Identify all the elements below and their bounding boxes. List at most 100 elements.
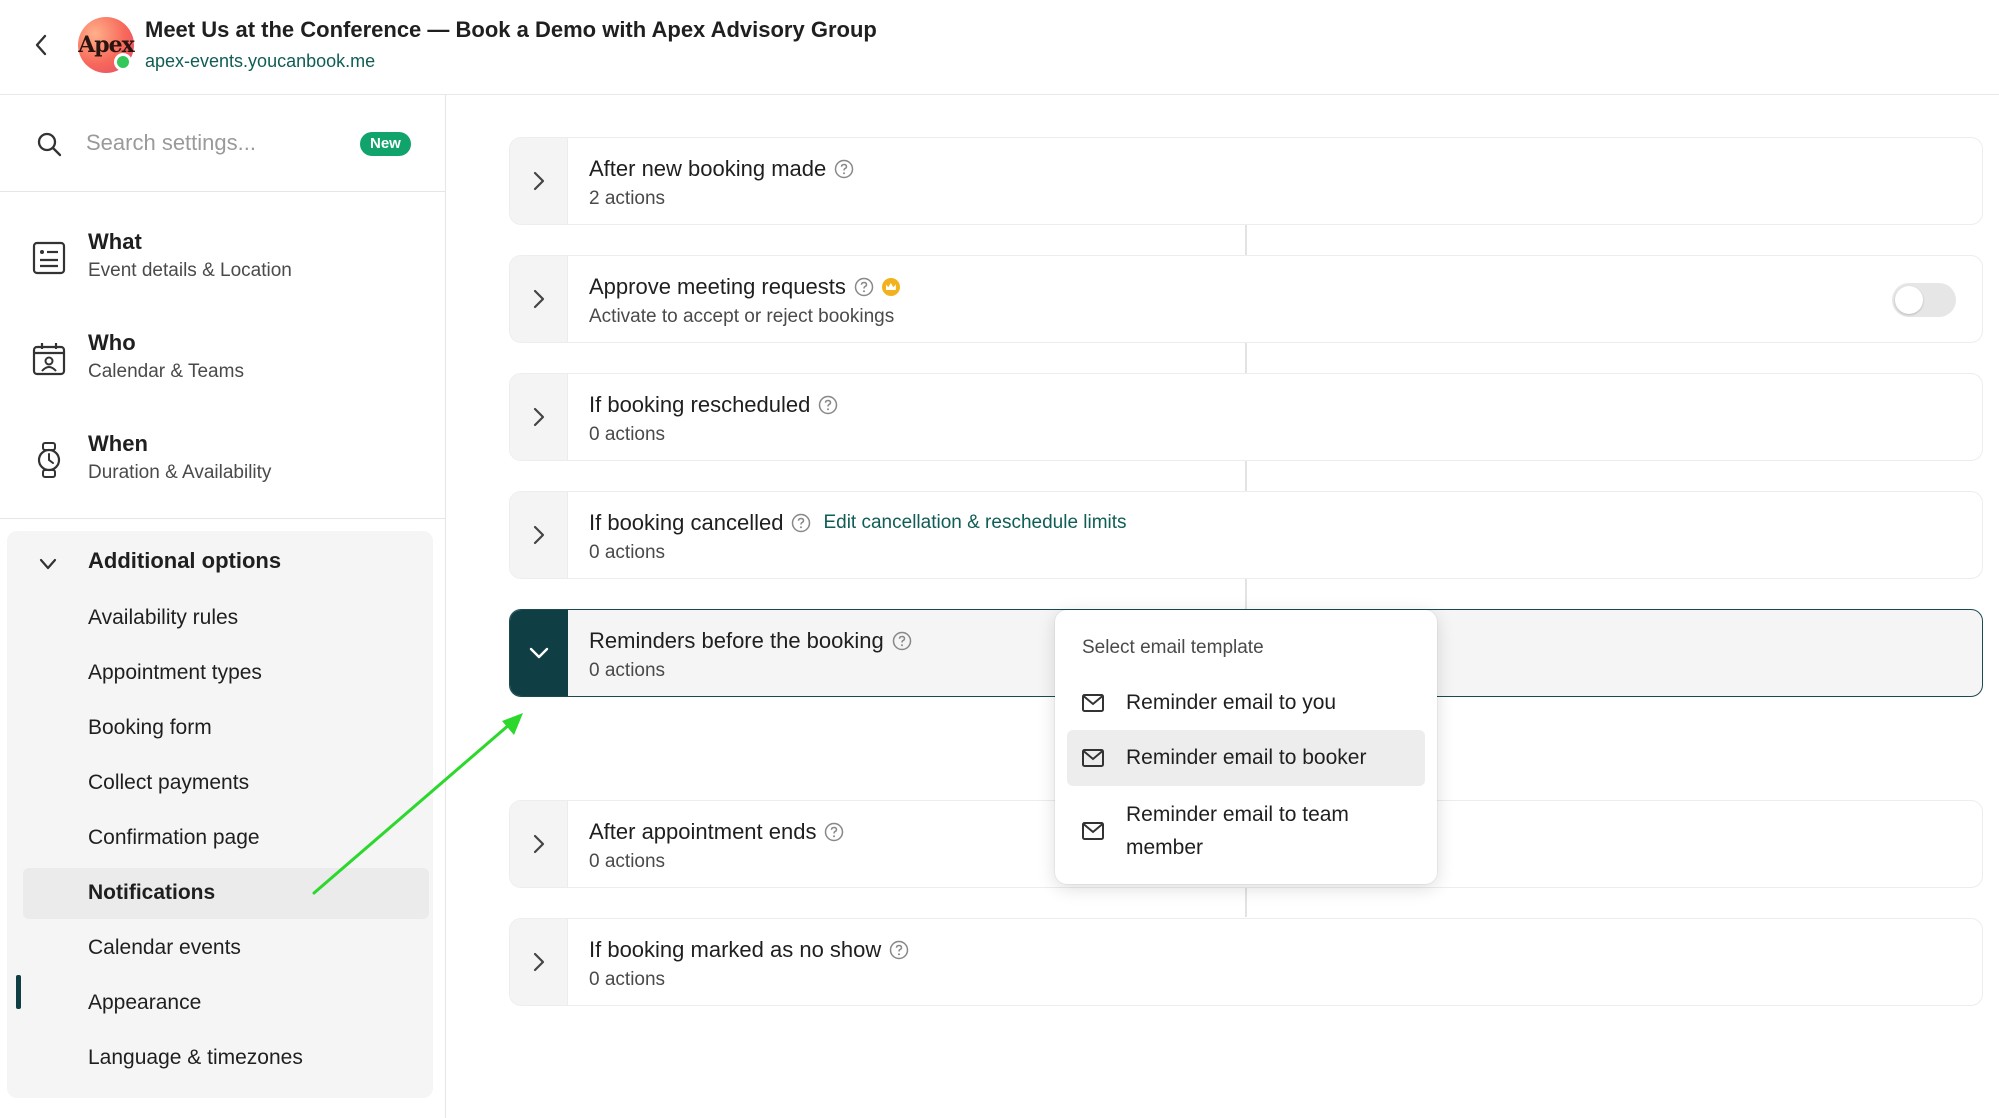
sidebar-item-language-timezones[interactable]: Language & timezones: [23, 1033, 429, 1084]
template-option-reminder-to-booker[interactable]: Reminder email to booker: [1067, 730, 1425, 786]
chevron-right-icon: [533, 952, 544, 972]
workflow-card-approve-requests[interactable]: Approve meeting requests Activate to acc…: [509, 255, 1983, 343]
email-template-dropdown: Select email template Reminder email to …: [1055, 610, 1437, 884]
sidebar-item-subtitle: Event details & Location: [88, 260, 292, 281]
sidebar-item-title: Who: [88, 330, 136, 355]
sidebar-item-appointment-types[interactable]: Appointment types: [23, 648, 429, 699]
chevron-right-icon: [533, 407, 544, 427]
approve-requests-toggle[interactable]: [1892, 283, 1956, 317]
document-icon: [32, 241, 66, 275]
workflow-card-after-new-booking[interactable]: After new booking made 2 actions: [509, 137, 1983, 225]
sidebar-item-label: Notifications: [88, 881, 216, 904]
workflow-subtitle: Activate to accept or reject bookings: [589, 306, 895, 327]
workflow-card-rescheduled[interactable]: If booking rescheduled 0 actions: [509, 373, 1983, 461]
watch-icon: [37, 442, 61, 478]
help-icon[interactable]: [889, 940, 909, 960]
sidebar-item-label: Booking form: [88, 716, 212, 739]
help-icon[interactable]: [818, 395, 838, 415]
chevron-right-icon: [533, 171, 544, 191]
workflow-card-no-show[interactable]: If booking marked as no show 0 actions: [509, 918, 1983, 1006]
workflow-title-text: Approve meeting requests: [589, 274, 846, 299]
expand-button[interactable]: [510, 919, 568, 1005]
workflow-title-text: If booking cancelled: [589, 510, 784, 535]
workflow-title-text: If booking marked as no show: [589, 937, 882, 962]
sidebar-item-collect-payments[interactable]: Collect payments: [23, 758, 429, 809]
workflow-title-text: After new booking made: [589, 156, 827, 181]
sidebar-item-availability-rules[interactable]: Availability rules: [23, 593, 429, 644]
workflow-area: After new booking made 2 actions Approve…: [447, 95, 1999, 1118]
edit-cancellation-limits-link[interactable]: Edit cancellation & reschedule limits: [823, 512, 1126, 534]
workflow-subtitle: 0 actions: [589, 660, 666, 681]
help-icon[interactable]: [892, 631, 912, 651]
chevron-down-icon: [39, 558, 57, 570]
sidebar-item-calendar-events[interactable]: Calendar events: [23, 923, 429, 974]
booking-page-url[interactable]: apex-events.youcanbook.me: [145, 51, 375, 72]
workflow-connector: [1245, 461, 1247, 491]
template-option-label: Reminder email to booker: [1126, 746, 1367, 769]
sidebar-item-notifications[interactable]: Notifications: [23, 868, 429, 919]
workflow-title: Approve meeting requests: [589, 274, 900, 300]
template-option-reminder-to-team-member[interactable]: Reminder email to team member: [1067, 788, 1425, 874]
sidebar-item-label: Collect payments: [88, 771, 250, 794]
workflow-title: Reminders before the booking: [589, 628, 912, 654]
chevron-down-icon: [529, 647, 549, 659]
sidebar-item-who[interactable]: Who Calendar & Teams: [0, 324, 445, 404]
search-row: New: [0, 95, 445, 192]
back-button[interactable]: [28, 28, 54, 62]
chevron-right-icon: [533, 289, 544, 309]
chevron-right-icon: [533, 525, 544, 545]
workflow-connector: [1245, 343, 1247, 373]
mail-icon: [1082, 694, 1104, 712]
search-icon: [37, 132, 62, 157]
workflow-subtitle: 0 actions: [589, 969, 666, 990]
mail-icon: [1082, 749, 1104, 767]
sidebar-item-subtitle: Calendar & Teams: [88, 361, 244, 382]
premium-crown-icon: [881, 278, 900, 296]
expand-button[interactable]: [510, 801, 568, 887]
template-option-reminder-to-you[interactable]: Reminder email to you: [1067, 678, 1425, 728]
sidebar-item-label: Availability rules: [88, 606, 239, 629]
sidebar-item-title: When: [88, 431, 148, 456]
sidebar-item-what[interactable]: What Event details & Location: [0, 223, 445, 303]
calendar-user-icon: [32, 343, 66, 376]
active-indicator: [16, 975, 21, 1009]
sidebar-item-title: What: [88, 229, 142, 254]
workflow-subtitle: 0 actions: [589, 424, 666, 445]
workflow-card-cancelled[interactable]: If booking cancelled Edit cancellation &…: [509, 491, 1983, 579]
workflow-subtitle: 0 actions: [589, 542, 666, 563]
mail-icon: [1082, 822, 1104, 840]
help-icon[interactable]: [824, 822, 844, 842]
workflow-title-text: After appointment ends: [589, 819, 817, 844]
chevron-right-icon: [533, 834, 544, 854]
settings-sidebar: New What Event details & Location Who Ca…: [0, 95, 446, 1118]
template-option-label: Reminder email to you: [1126, 691, 1337, 714]
sidebar-item-label: Language & timezones: [88, 1046, 303, 1069]
sidebar-divider: [0, 518, 445, 519]
sidebar-item-booking-form[interactable]: Booking form: [23, 703, 429, 754]
help-icon[interactable]: [854, 277, 874, 297]
template-option-label: Reminder email to team member: [1126, 803, 1349, 859]
sidebar-item-subtitle: Duration & Availability: [88, 462, 272, 483]
collapse-button[interactable]: [510, 610, 568, 696]
additional-options-toggle[interactable]: Additional options: [7, 531, 433, 593]
help-icon[interactable]: [791, 513, 811, 533]
expand-button[interactable]: [510, 138, 568, 224]
search-input[interactable]: [86, 123, 346, 163]
additional-options-section: Additional options Availability rules Ap…: [7, 531, 433, 1098]
additional-options-label: Additional options: [88, 548, 282, 573]
workflow-title-text: Reminders before the booking: [589, 628, 884, 653]
expand-button[interactable]: [510, 374, 568, 460]
sidebar-item-confirmation-page[interactable]: Confirmation page: [23, 813, 429, 864]
sidebar-item-when[interactable]: When Duration & Availability: [0, 425, 445, 505]
sidebar-item-label: Appearance: [88, 991, 202, 1014]
workflow-title: If booking marked as no show: [589, 937, 909, 963]
sidebar-item-appearance[interactable]: Appearance: [23, 978, 429, 1029]
workflow-connector: [1245, 225, 1247, 255]
expand-button[interactable]: [510, 492, 568, 578]
expand-button[interactable]: [510, 256, 568, 342]
workflow-title-text: If booking rescheduled: [589, 392, 811, 417]
new-badge: New: [360, 132, 411, 156]
sidebar-item-label: Confirmation page: [88, 826, 260, 849]
help-icon[interactable]: [834, 159, 854, 179]
workflow-title: After new booking made: [589, 156, 854, 182]
